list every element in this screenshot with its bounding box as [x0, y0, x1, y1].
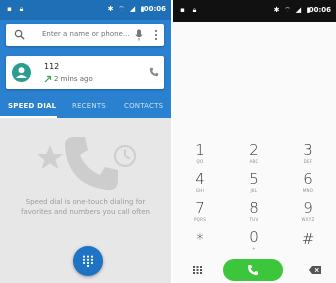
key-digit: 0	[249, 228, 259, 246]
dialpad-keys: 1 QO 2 ABC 3 DEF 4 GHI 5 JKL 6 MNO 7 PQR…	[173, 140, 336, 255]
backspace-icon[interactable]	[309, 266, 321, 274]
tab-recents[interactable]: RECENTS	[72, 102, 106, 110]
status-bar: ▪ 🔒︎ ✱ ⌔ ◢ ▮ 00:06	[173, 0, 336, 22]
key-6[interactable]: 6 MNO	[281, 171, 335, 199]
search-icon	[14, 29, 25, 40]
key-letters: GHI	[195, 188, 205, 193]
key-1[interactable]: 1 QO	[173, 142, 227, 170]
status-bar: ▪ 🔒︎ ✱ ⌔ ◢ ▮ 00:06	[0, 0, 171, 20]
key-letters: DEF	[303, 159, 313, 164]
key-letters: PQRS	[193, 217, 207, 222]
microphone-icon[interactable]	[135, 29, 143, 41]
screenshot-stage: ▪ 🔒︎ ✱ ⌔ ◢ ▮ 00:06 Enter a name or phone…	[0, 0, 336, 283]
avatar	[12, 63, 31, 82]
tab-contacts[interactable]: CONTACTS	[124, 102, 163, 110]
speed-dial-empty-message: Speed dial is one-touch dialing for favo…	[0, 197, 171, 217]
key-digit: 7	[195, 199, 205, 217]
recent-call-time: 2 mins ago	[54, 75, 93, 83]
key-9[interactable]: 9 WXYZ	[281, 200, 335, 228]
key-letters: ABC	[249, 159, 259, 164]
call-back-icon[interactable]	[149, 67, 159, 77]
key-letters: MNO	[302, 188, 314, 193]
phone-handset-icon	[65, 137, 118, 191]
status-time: 00:06	[308, 6, 331, 14]
recent-call-card[interactable]: 112 2 mins ago	[6, 56, 164, 89]
tab-speed-dial[interactable]: SPEED DIAL	[8, 102, 56, 110]
key-digit: #	[301, 230, 315, 248]
key-digit: 8	[249, 199, 259, 217]
search-bar[interactable]: Enter a name or phone...	[6, 24, 164, 46]
key-star[interactable]: *	[173, 231, 227, 259]
speed-dial-empty-illustration	[37, 137, 137, 191]
key-digit: *	[196, 230, 204, 248]
key-0[interactable]: 0 +	[227, 229, 281, 257]
active-tab-indicator	[0, 116, 57, 118]
empty-message-line-2: favorites and numbers you call often	[21, 208, 150, 216]
signal-icon: ◢	[129, 5, 136, 13]
status-time: 00:06	[143, 5, 166, 13]
key-letters: QO	[196, 159, 204, 164]
bluetooth-icon: ✱	[107, 5, 114, 13]
key-letters: TUV	[249, 217, 259, 222]
key-7[interactable]: 7 PQRS	[173, 200, 227, 228]
key-5[interactable]: 5 JKL	[227, 171, 281, 199]
key-digit: 9	[303, 199, 313, 217]
key-digit: 2	[249, 141, 259, 159]
signal-icon: ◢	[295, 6, 302, 14]
key-letters: JKL	[250, 188, 258, 193]
key-hash[interactable]: #	[281, 231, 335, 259]
call-button[interactable]	[223, 259, 283, 281]
lock-icon: 🔒︎	[192, 6, 197, 14]
key-letters: +	[252, 246, 256, 251]
lock-icon: 🔒︎	[19, 5, 24, 13]
key-digit: 4	[195, 170, 205, 188]
key-digit: 5	[249, 170, 259, 188]
person-icon	[16, 67, 27, 78]
search-input[interactable]: Enter a name or phone...	[42, 30, 130, 38]
key-digit: 1	[195, 141, 205, 159]
clock-icon	[113, 144, 137, 168]
bluetooth-icon: ✱	[273, 6, 280, 14]
key-2[interactable]: 2 ABC	[227, 142, 281, 170]
wifi-icon: ⌔	[118, 5, 125, 13]
phone-icon	[247, 264, 259, 276]
screenshot-notification-icon: ▪	[180, 6, 185, 14]
more-options-icon[interactable]	[154, 29, 158, 41]
phone-app-dialpad-screen: ▪ 🔒︎ ✱ ⌔ ◢ ▮ 00:06 1 QO 2 ABC 3 DEF 4 GH…	[173, 0, 336, 283]
outgoing-call-arrow-icon	[44, 75, 52, 83]
key-4[interactable]: 4 GHI	[173, 171, 227, 199]
wifi-icon: ⌔	[284, 6, 291, 14]
tab-bar: SPEED DIAL RECENTS CONTACTS	[0, 95, 171, 118]
key-digit: 6	[303, 170, 313, 188]
recent-call-number: 112	[44, 62, 60, 71]
key-8[interactable]: 8 TUV	[227, 200, 281, 228]
key-digit: 3	[303, 141, 313, 159]
dialpad-toggle-icon[interactable]	[193, 266, 202, 274]
empty-message-line-1: Speed dial is one-touch dialing for	[25, 198, 146, 206]
key-letters: WXYZ	[301, 217, 315, 222]
dialpad-action-bar	[173, 256, 336, 283]
open-dialpad-button[interactable]	[73, 246, 103, 276]
star-icon	[37, 145, 63, 169]
phone-app-speed-dial-screen: ▪ 🔒︎ ✱ ⌔ ◢ ▮ 00:06 Enter a name or phone…	[0, 0, 171, 283]
key-3[interactable]: 3 DEF	[281, 142, 335, 170]
screenshot-notification-icon: ▪	[7, 5, 12, 13]
dialpad-icon	[82, 255, 94, 267]
